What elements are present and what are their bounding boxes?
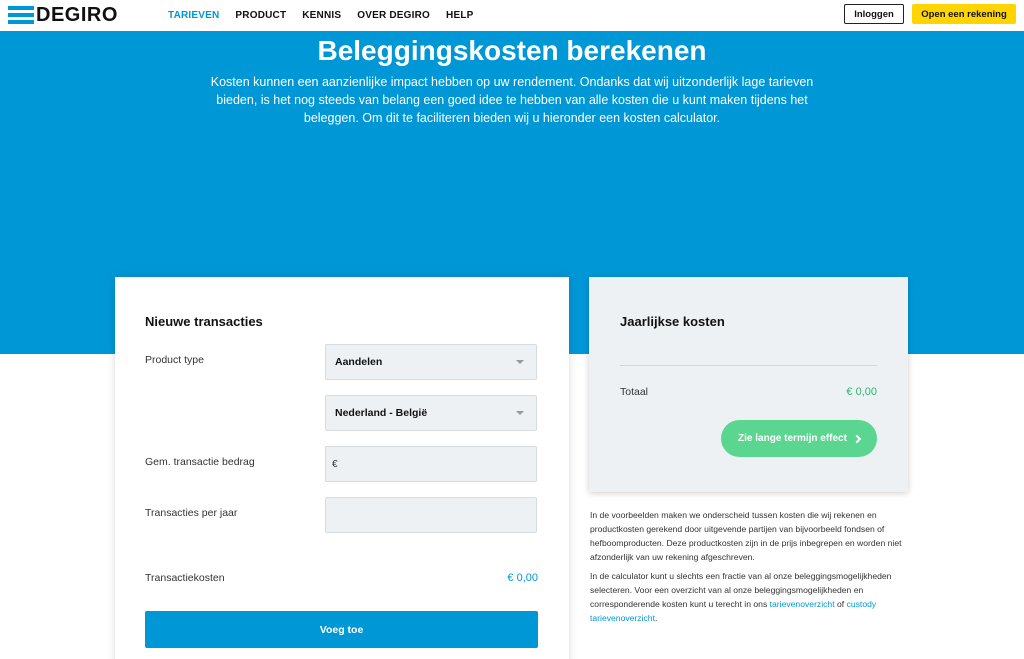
degiro-logo[interactable]: DEGIRO (8, 5, 118, 25)
calculator-title: Nieuwe transacties (145, 314, 263, 329)
exchange-select[interactable]: Nederland - België (325, 395, 537, 431)
logo-bars-icon (8, 6, 34, 24)
top-header: DEGIRO TARIEVEN PRODUCT KENNIS OVER DEGI… (0, 0, 1024, 31)
tariff-overview-link[interactable]: tarievenoverzicht (770, 599, 835, 609)
transaction-cost-label: Transactiekosten (145, 572, 225, 584)
calculator-card: Nieuwe transacties Product type Aandelen… (115, 277, 569, 659)
annual-costs-title: Jaarlijkse kosten (620, 314, 725, 329)
main-nav: TARIEVEN PRODUCT KENNIS OVER DEGIRO HELP (168, 0, 490, 31)
transactions-label: Transacties per jaar (145, 507, 238, 519)
transaction-cost-value: € 0,00 (507, 572, 538, 584)
euro-symbol: € (332, 459, 338, 470)
divider (620, 365, 877, 366)
page-title: Beleggingskosten berekenen (317, 35, 707, 66)
amount-input[interactable] (325, 446, 537, 482)
info-paragraph-2: In de calculator kunt u slechts een frac… (590, 569, 910, 625)
nav-item-product[interactable]: PRODUCT (235, 10, 286, 21)
nav-item-over-degiro[interactable]: OVER DEGIRO (357, 10, 430, 21)
exchange-value: Nederland - België (335, 407, 428, 419)
chevron-down-icon (516, 360, 524, 364)
chevron-down-icon (516, 411, 524, 415)
long-term-effect-label: Zie lange termijn effect (738, 433, 847, 444)
chevron-right-icon (852, 434, 862, 443)
total-label: Totaal (620, 386, 649, 398)
info-connector: of (837, 599, 845, 610)
long-term-effect-button[interactable]: Zie lange termijn effect (721, 420, 877, 457)
info-end: . (654, 613, 658, 624)
hero-description: Kosten kunnen een aanzienlijke impact he… (210, 75, 814, 125)
total-value: € 0,00 (846, 386, 877, 398)
nav-item-tarieven[interactable]: TARIEVEN (168, 10, 219, 21)
nav-item-help[interactable]: HELP (446, 10, 473, 21)
amount-label: Gem. transactie bedrag (145, 456, 255, 468)
info-paragraph-1: In de voorbeelden maken we onderscheid t… (590, 510, 902, 563)
open-account-button[interactable]: Open een rekening (912, 4, 1016, 24)
login-button[interactable]: Inloggen (844, 4, 904, 24)
transactions-input[interactable] (325, 497, 537, 533)
add-button[interactable]: Voeg toe (145, 611, 538, 648)
product-type-value: Aandelen (335, 356, 383, 368)
logo-text: DEGIRO (36, 4, 118, 26)
product-type-select[interactable]: Aandelen (325, 344, 537, 380)
product-type-label: Product type (145, 354, 204, 366)
annual-costs-card: Jaarlijkse kosten Totaal € 0,00 Zie lang… (589, 277, 908, 492)
nav-item-kennis[interactable]: KENNIS (302, 10, 341, 21)
